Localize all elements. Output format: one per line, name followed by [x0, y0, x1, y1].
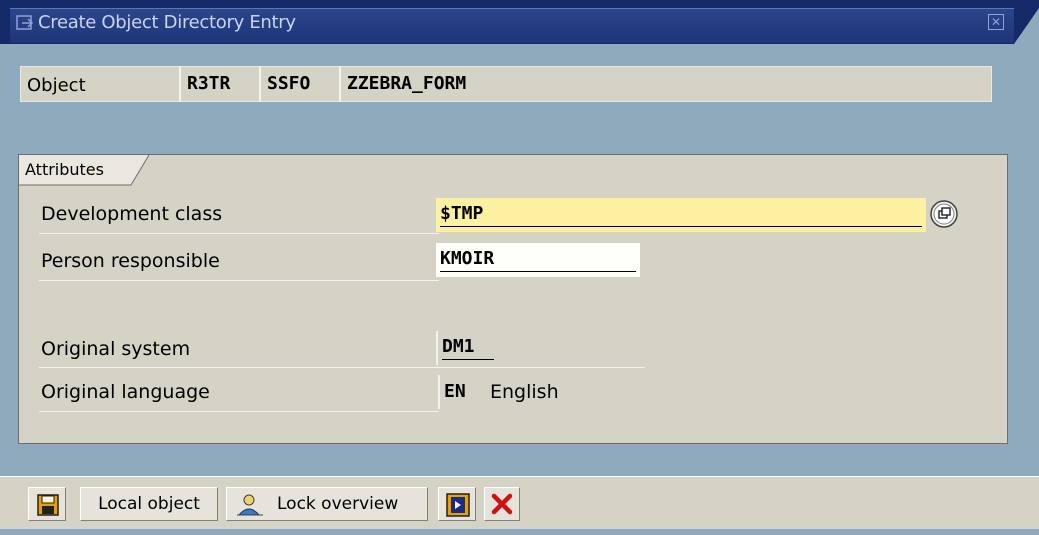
object-row: Object R3TR SSFO ZZEBRA_FORM	[20, 66, 992, 102]
group-title: Attributes	[25, 160, 104, 179]
person-lock-icon	[237, 494, 263, 516]
person-responsible-input[interactable]: KMOIR	[436, 243, 640, 277]
save-button[interactable]	[28, 487, 66, 521]
original-language-label: Original language	[41, 381, 210, 403]
object-name-field: ZZEBRA_FORM	[339, 67, 991, 101]
object-pgmid-field: R3TR	[179, 67, 259, 101]
original-language-code: EN	[438, 375, 482, 409]
lock-overview-button[interactable]: Lock overview	[226, 487, 428, 521]
close-icon[interactable]: ✕	[988, 14, 1004, 30]
value-help-icon[interactable]	[929, 199, 959, 229]
transport-icon	[446, 493, 470, 517]
local-object-button[interactable]: Local object	[80, 487, 218, 521]
original-system-label: Original system	[41, 338, 191, 360]
save-disk-icon	[37, 494, 59, 516]
original-system-field: DM1	[436, 331, 498, 365]
attributes-group: Attributes Development class $TMP Person…	[18, 154, 1008, 444]
object-label: Object	[27, 75, 86, 96]
lock-overview-label: Lock overview	[277, 494, 399, 514]
title-bar: Create Object Directory Entry ✕	[0, 0, 1039, 44]
dialog-window: Create Object Directory Entry ✕ Object R…	[0, 0, 1039, 535]
button-toolbar: Local object Lock overview	[0, 476, 1039, 529]
local-object-label: Local object	[98, 494, 200, 514]
person-responsible-label: Person responsible	[41, 250, 220, 272]
original-language-text: English	[490, 381, 559, 403]
window-title: Create Object Directory Entry	[38, 12, 296, 33]
cancel-button[interactable]	[484, 487, 520, 521]
development-class-input[interactable]: $TMP	[436, 198, 926, 232]
window-menu-icon[interactable]	[16, 15, 34, 31]
cancel-x-icon	[491, 493, 513, 515]
transport-button[interactable]	[438, 487, 476, 521]
development-class-label: Development class	[41, 203, 223, 225]
object-type-field: SSFO	[259, 67, 339, 101]
